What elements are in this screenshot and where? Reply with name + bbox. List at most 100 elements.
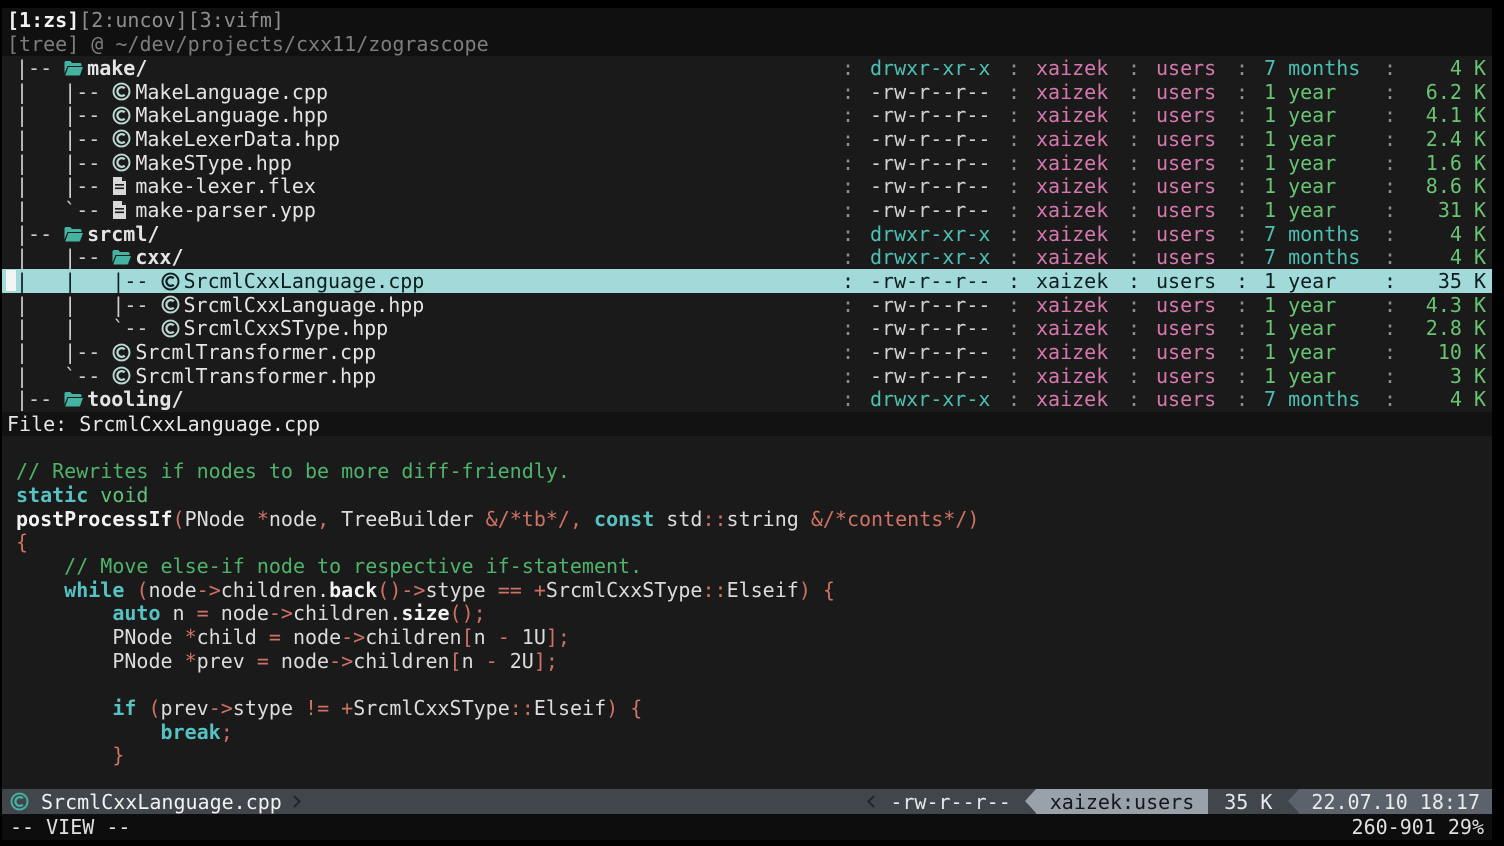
file-attributes: :-rw-r--r--:xaizek:users:1 year:4.1 K: [841, 103, 1486, 127]
command-line: -- VIEW -- 260-901 29%: [2, 814, 1492, 840]
modified-age: 1 year: [1264, 174, 1368, 198]
status-mtime-segment: 22.07.10 18:17: [1288, 789, 1492, 814]
cpp-file-icon: [161, 272, 184, 291]
group: users: [1156, 387, 1220, 411]
file-name: SrcmlTransformer.cpp: [135, 340, 376, 364]
segment-arrow-icon: [1288, 789, 1299, 813]
tree-prefix: | |--: [16, 127, 112, 151]
file-attributes: :drwxr-xr-x:xaizek:users:7 months:4 K: [841, 245, 1486, 269]
file-name: MakeLexerData.hpp: [135, 127, 340, 151]
modified-age: 7 months: [1264, 245, 1368, 269]
code-line: if (prev->stype != +SrcmlCxxSType::Elsei…: [16, 697, 1492, 721]
file-size: 1.6 K: [1412, 151, 1486, 175]
file-row[interactable]: | |-- MakeLanguage.hpp:-rw-r--r--:xaizek…: [2, 103, 1492, 127]
tree-prefix: | `--: [16, 364, 112, 388]
cpp-file-icon: [10, 792, 33, 811]
file-row[interactable]: | | `-- SrcmlCxxSType.hpp:-rw-r--r--:xai…: [2, 317, 1492, 341]
file-row[interactable]: | |-- cxx/:drwxr-xr-x:xaizek:users:7 mon…: [2, 246, 1492, 270]
group: users: [1156, 198, 1220, 222]
permissions: -rw-r--r--: [870, 340, 992, 364]
code-preview-pane: // Rewrites if nodes to be more diff-fri…: [2, 436, 1492, 790]
group: users: [1156, 293, 1220, 317]
file-row[interactable]: | |-- MakeSType.hpp :-rw-r--r--:xaizek:us…: [2, 151, 1492, 175]
tree-prefix: | |--: [16, 151, 112, 175]
owner: xaizek: [1036, 222, 1112, 246]
cursor-block: [6, 270, 16, 291]
file-name: cxx/: [135, 245, 183, 269]
file-row[interactable]: |-- tooling/:drwxr-xr-x:xaizek:users:7 m…: [2, 388, 1492, 412]
file-row[interactable]: | `-- SrcmlTransformer.hpp :-rw-r--r--:xa…: [2, 364, 1492, 388]
owner: xaizek: [1036, 364, 1112, 388]
group: users: [1156, 340, 1220, 364]
status-owner-group-segment: xaizek:users: [1025, 789, 1209, 814]
file-row[interactable]: |-- srcml/:drwxr-xr-x:xaizek:users:7 mon…: [2, 222, 1492, 246]
file-size: 4.3 K: [1412, 293, 1486, 317]
file-size: 10 K: [1412, 340, 1486, 364]
owner: xaizek: [1036, 80, 1112, 104]
mode-indicator: -- VIEW --: [10, 814, 142, 840]
modified-age: 1 year: [1264, 198, 1368, 222]
owner: xaizek: [1036, 174, 1112, 198]
file-name: make-lexer.flex: [135, 174, 316, 198]
file-attributes: :-rw-r--r--:xaizek:users:1 year:8.6 K: [841, 174, 1486, 198]
modified-age: 7 months: [1264, 222, 1368, 246]
file-row[interactable]: | |-- make-lexer.flex :-rw-r--r--:xaizek:…: [2, 174, 1492, 198]
group: users: [1156, 127, 1220, 151]
folder-icon: [64, 60, 87, 76]
cpp-file-icon: [112, 343, 135, 362]
preview-title: File: SrcmlCxxLanguage.cpp: [2, 412, 1492, 436]
terminal-screen: [1:zs][2:uncov][3:vifm] [tree] @ ~/dev/p…: [0, 0, 1504, 846]
file-row[interactable]: | | |-- SrcmlCxxLanguage.cpp:-rw-r--r--:…: [2, 269, 1492, 293]
folder-icon: [64, 391, 87, 407]
file-row[interactable]: |-- make/:drwxr-xr-x:xaizek:users:7 mont…: [2, 56, 1492, 80]
file-attributes: :-rw-r--r--:xaizek:users:1 year:35 K: [841, 269, 1486, 293]
tree-prefix: | | `--: [16, 316, 161, 340]
permissions: drwxr-xr-x: [870, 245, 992, 269]
file-tree: |-- make/:drwxr-xr-x:xaizek:users:7 mont…: [2, 56, 1492, 412]
tmux-window-active[interactable]: [1:zs]: [7, 8, 79, 32]
tree-prefix: | | |--: [16, 293, 161, 317]
file-attributes: :drwxr-xr-x:xaizek:users:7 months:4 K: [841, 387, 1486, 411]
tree-prefix: | |--: [16, 174, 112, 198]
permissions: drwxr-xr-x: [870, 56, 992, 80]
permissions: -rw-r--r--: [870, 151, 992, 175]
file-name: SrcmlTransformer.hpp: [135, 364, 376, 388]
file-attributes: :-rw-r--r--:xaizek:users:1 year:1.6 K: [841, 151, 1486, 175]
tmux-window-list[interactable]: [2:uncov][3:vifm]: [79, 8, 284, 32]
file-name: MakeSType.hpp: [135, 151, 292, 175]
file-attributes: :drwxr-xr-x:xaizek:users:7 months:4 K: [841, 222, 1486, 246]
file-row[interactable]: | |-- MakeLexerData.hpp:-rw-r--r--:xaize…: [2, 127, 1492, 151]
file-size: 6.2 K: [1412, 80, 1486, 104]
modified-age: 1 year: [1264, 127, 1368, 151]
file-name: SrcmlCxxLanguage.cpp: [184, 269, 425, 293]
tree-prefix: |--: [16, 222, 64, 246]
file-row[interactable]: | | |-- SrcmlCxxLanguage.hpp:-rw-r--r--:…: [2, 293, 1492, 317]
file-attributes: :drwxr-xr-x:xaizek:users:7 months:4 K: [841, 56, 1486, 80]
file-size: 31 K: [1412, 198, 1486, 222]
group: users: [1156, 80, 1220, 104]
file-attributes: :-rw-r--r--:xaizek:users:1 year:3 K: [841, 364, 1486, 388]
code-line: {: [16, 531, 1492, 555]
tree-prefix: |--: [16, 56, 64, 80]
status-file-name: SrcmlCxxLanguage.cpp: [41, 790, 282, 814]
file-size: 2.4 K: [1412, 127, 1486, 151]
chevron-right-icon: [288, 795, 301, 808]
file-size: 4.1 K: [1412, 103, 1486, 127]
file-row[interactable]: | `-- make-parser.ypp:-rw-r--r--:xaizek:…: [2, 198, 1492, 222]
modified-age: 1 year: [1264, 80, 1368, 104]
permissions: -rw-r--r--: [870, 293, 992, 317]
permissions: -rw-r--r--: [870, 316, 992, 340]
code-line: [16, 437, 1492, 461]
file-attributes: :-rw-r--r--:xaizek:users:1 year:10 K: [841, 340, 1486, 364]
modified-age: 7 months: [1264, 56, 1368, 80]
code-line: while (node->children.back()->stype == +…: [16, 579, 1492, 603]
permissions: -rw-r--r--: [870, 269, 992, 293]
file-row[interactable]: | |-- SrcmlTransformer.cpp:-rw-r--r--:xa…: [2, 340, 1492, 364]
code-line: // Move else-if node to respective if-st…: [16, 555, 1492, 579]
vifm-path-line: [tree] @ ~/dev/projects/cxx11/zograscope: [2, 32, 1492, 56]
file-row[interactable]: | |-- MakeLanguage.cpp:-rw-r--r--:xaizek…: [2, 80, 1492, 104]
modified-age: 1 year: [1264, 269, 1368, 293]
owner: xaizek: [1036, 198, 1112, 222]
owner: xaizek: [1036, 127, 1112, 151]
folder-icon: [64, 226, 87, 242]
